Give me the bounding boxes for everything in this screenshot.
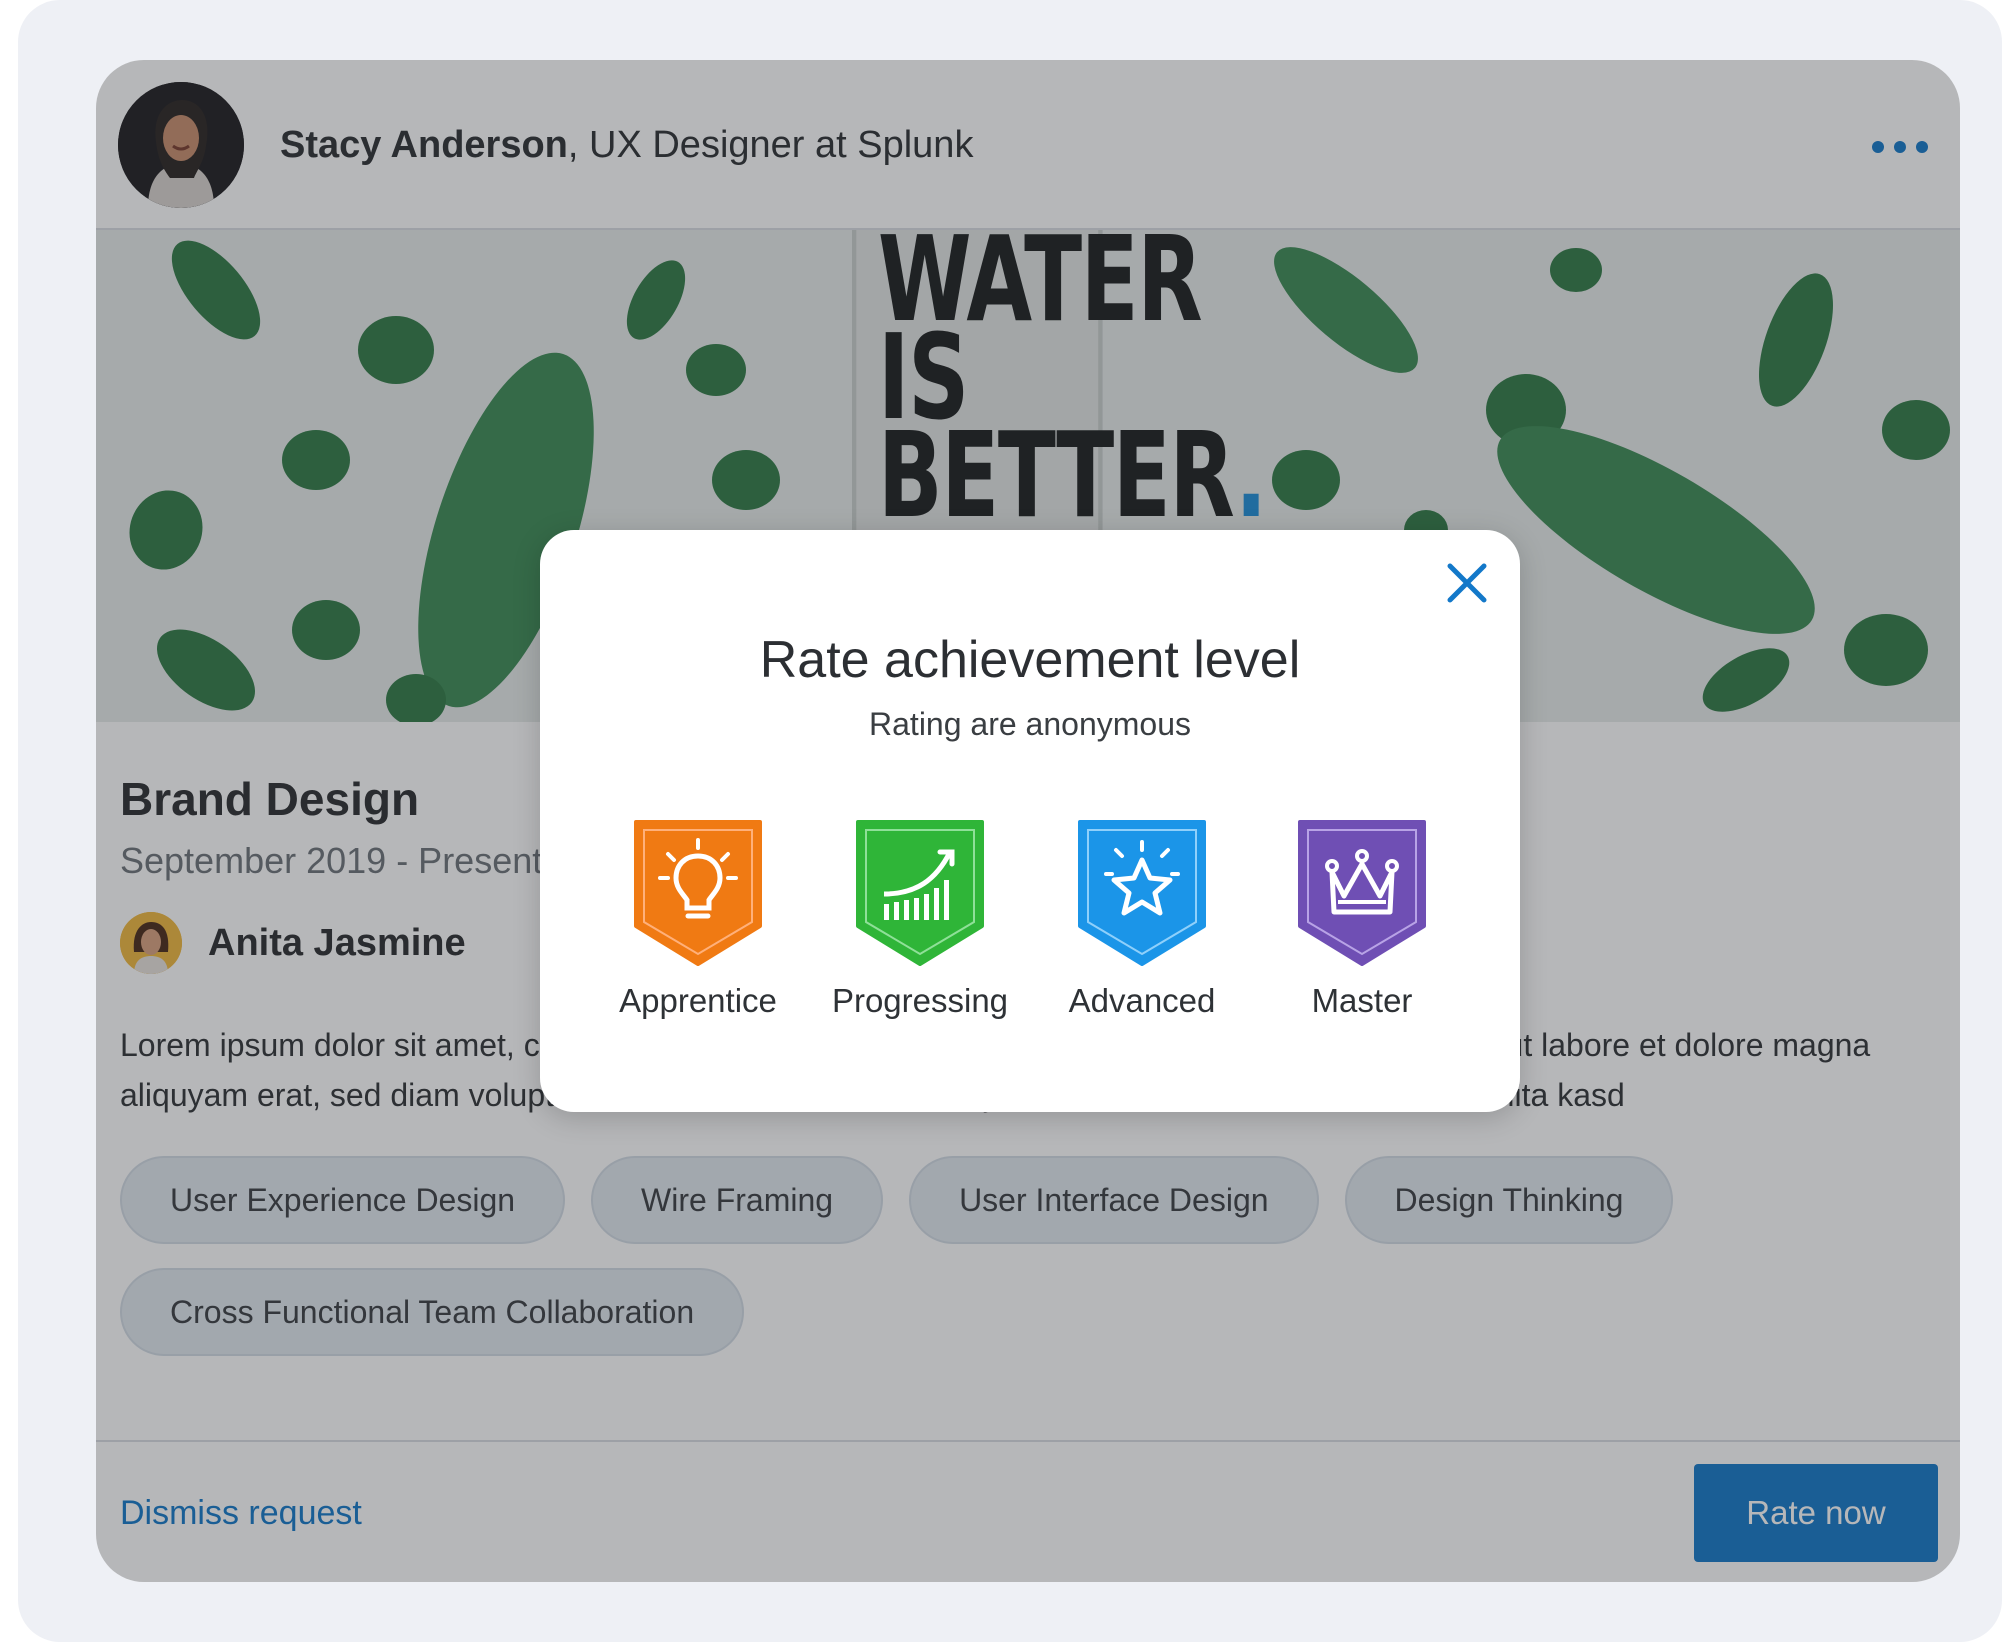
level-apprentice[interactable]: Apprentice: [588, 816, 808, 1020]
level-label: Advanced: [1068, 982, 1216, 1019]
achievement-levels: Apprentice Progressing Advanced Master: [588, 816, 1472, 1036]
lightbulb-icon: [634, 820, 762, 966]
level-label: Master: [1311, 982, 1413, 1019]
level-master[interactable]: Master: [1252, 816, 1472, 1020]
level-label: Apprentice: [619, 982, 777, 1019]
level-advanced[interactable]: Advanced: [1032, 816, 1252, 1020]
growth-chart-icon: [856, 820, 984, 966]
dialog-subtitle: Rating are anonymous: [869, 706, 1191, 742]
dialog-title: Rate achievement level: [759, 631, 1301, 689]
crown-icon: [1298, 820, 1426, 966]
app-frame: Stacy Anderson, UX Designer at Splunk WA…: [18, 0, 2002, 1642]
star-icon: [1078, 820, 1206, 966]
close-icon[interactable]: [1444, 560, 1490, 606]
rate-achievement-dialog: Rate achievement level Rating are anonym…: [540, 530, 1520, 1112]
level-progressing[interactable]: Progressing: [810, 816, 1030, 1020]
level-label: Progressing: [831, 982, 1009, 1019]
